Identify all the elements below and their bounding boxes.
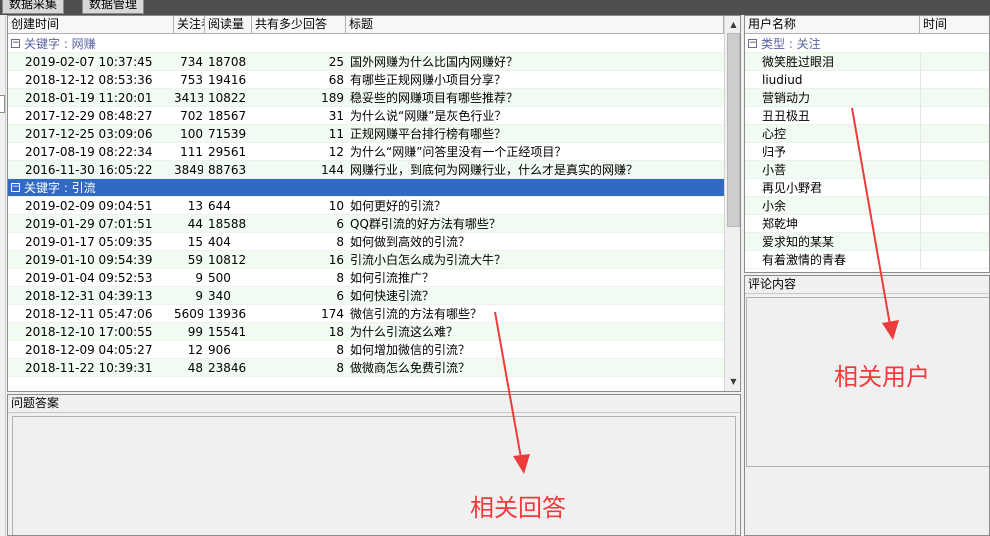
- arrow-to-answers-head: [513, 454, 530, 474]
- arrow-to-users-line: [851, 107, 891, 326]
- arrow-to-answers-line: [494, 311, 522, 459]
- annotation-related-answers: 相关回答: [470, 494, 566, 522]
- annotation-related-users: 相关用户: [834, 363, 930, 391]
- arrow-to-users-head: [882, 320, 899, 340]
- annotation-arrows: [494, 107, 899, 474]
